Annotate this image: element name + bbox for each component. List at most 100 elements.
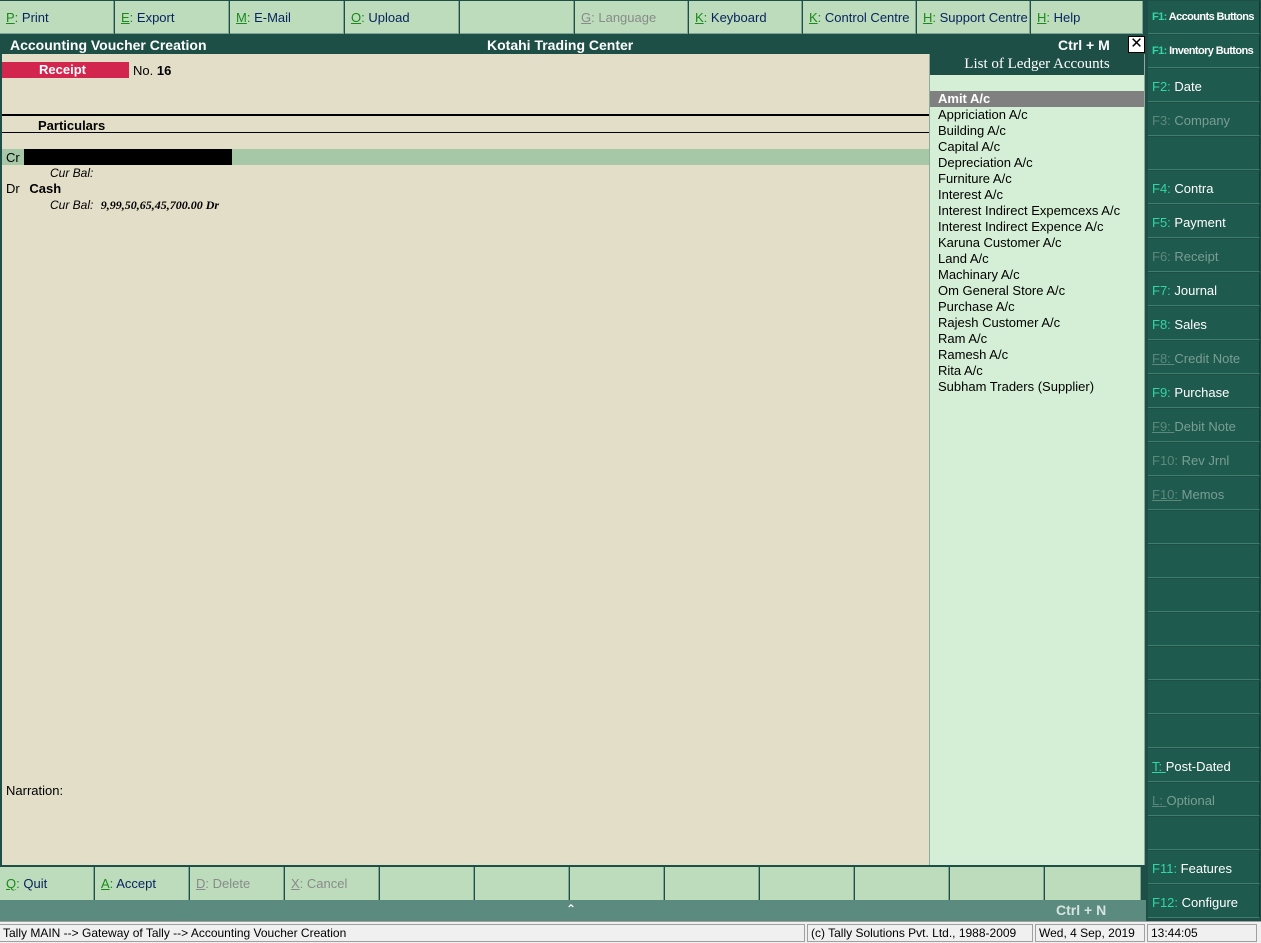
button-label: Sales [1174, 317, 1207, 332]
fn-blank-button[interactable] [1148, 715, 1260, 748]
button-label: Print [21, 10, 49, 25]
fn-blank-button[interactable] [1148, 613, 1260, 646]
toolbar-export-button[interactable]: E: Export [115, 1, 229, 34]
ledger-item[interactable]: Rajesh Customer A/c [930, 315, 1144, 331]
fn-blank-button[interactable] [1148, 545, 1260, 578]
function-key: F8 [1152, 317, 1168, 332]
debit-cur-bal-value: 9,99,50,65,45,700.00 Dr [100, 198, 220, 212]
status-time: 13:44:05 [1147, 924, 1257, 942]
ledger-item[interactable]: Om General Store A/c [930, 283, 1144, 299]
function-key: F9 [1152, 419, 1168, 434]
button-label: Keyboard [710, 10, 767, 25]
bottom-blank-button[interactable] [380, 867, 474, 900]
close-icon[interactable]: ✕ [1128, 36, 1145, 53]
voucher-number-label: No. [133, 63, 154, 78]
fn-blank-button[interactable] [1148, 511, 1260, 544]
fn-credit-note-button[interactable]: F8: Credit Note [1148, 341, 1260, 374]
ledger-item[interactable]: Depreciation A/c [930, 155, 1144, 171]
fn-blank-button[interactable] [1148, 647, 1260, 680]
fn-post-dated-button[interactable]: T: Post-Dated [1148, 749, 1260, 782]
bottom-quit-button[interactable]: Q: Quit [0, 867, 94, 900]
chevron-up-icon[interactable]: ⌃ [566, 902, 576, 916]
button-label: Export [136, 10, 175, 25]
bottom-cancel-button[interactable]: X: Cancel [285, 867, 379, 900]
ledger-item[interactable]: Subham Traders (Supplier) [930, 379, 1144, 395]
fn-blank-button[interactable] [1148, 817, 1260, 850]
toolbar-help-button[interactable]: H: Help [1031, 1, 1143, 34]
fn-accounts-buttons-button[interactable]: F1: Accounts Buttons [1148, 1, 1260, 34]
toolbar-upload-button[interactable]: O: Upload [345, 1, 459, 34]
toolbar-blank-button[interactable] [460, 1, 574, 34]
fn-inventory-buttons-button[interactable]: F1: Inventory Buttons [1148, 35, 1260, 68]
bottom-blank-button[interactable] [665, 867, 759, 900]
minimize-shortcut[interactable]: Ctrl + M [1058, 37, 1110, 53]
ledger-item[interactable]: Land A/c [930, 251, 1144, 267]
shortcut-key: K [809, 10, 818, 25]
status-copyright: (c) Tally Solutions Pvt. Ltd., 1988-2009 [807, 924, 1033, 942]
toolbar-e-mail-button[interactable]: M: E-Mail [230, 1, 344, 34]
ledger-item[interactable]: Ramesh A/c [930, 347, 1144, 363]
ledger-item[interactable]: Appriciation A/c [930, 107, 1144, 123]
fn-date-button[interactable]: F2: Date [1148, 69, 1260, 102]
button-bar-shortcut[interactable]: Ctrl + N [1056, 902, 1106, 918]
button-label: Features [1180, 861, 1232, 876]
fn-optional-button[interactable]: L: Optional [1148, 783, 1260, 816]
shortcut-key: D [196, 876, 206, 891]
function-key: F1 [1152, 45, 1164, 57]
toolbar-control-centre-button[interactable]: K: Control Centre [803, 1, 916, 34]
ledger-item[interactable]: Ram A/c [930, 331, 1144, 347]
fn-rev-jrnl-button[interactable]: F10: Rev Jrnl [1148, 443, 1260, 476]
ledger-item[interactable]: Interest Indirect Expemcexs A/c [930, 203, 1144, 219]
fn-payment-button[interactable]: F5: Payment [1148, 205, 1260, 238]
bottom-blank-button[interactable] [950, 867, 1044, 900]
bottom-blank-button[interactable] [1045, 867, 1141, 900]
fn-company-button[interactable]: F3: Company [1148, 103, 1260, 136]
button-label: Accept [116, 876, 156, 891]
fn-blank-button[interactable] [1148, 579, 1260, 612]
ledger-item[interactable]: Interest A/c [930, 187, 1144, 203]
button-label: Cancel [306, 876, 348, 891]
button-label: Accounts Buttons [1168, 11, 1255, 23]
fn-debit-note-button[interactable]: F9: Debit Note [1148, 409, 1260, 442]
ledger-item[interactable]: Purchase A/c [930, 299, 1144, 315]
ledger-item[interactable]: Machinary A/c [930, 267, 1144, 283]
fn-contra-button[interactable]: F4: Contra [1148, 171, 1260, 204]
voucher-type-badge: Receipt [2, 62, 129, 78]
status-bar: Tally MAIN --> Gateway of Tally --> Acco… [0, 921, 1261, 943]
bottom-accept-button[interactable]: A: Accept [95, 867, 189, 900]
toolbar-support-centre-button[interactable]: H: Support Centre [917, 1, 1030, 34]
button-label: Payment [1174, 215, 1226, 230]
toolbar-language-button[interactable]: G: Language [575, 1, 688, 34]
ledger-item[interactable]: Amit A/c [930, 91, 1144, 107]
fn-memos-button[interactable]: F10: Memos [1148, 477, 1260, 510]
ledger-item[interactable]: Furniture A/c [930, 171, 1144, 187]
toolbar-print-button[interactable]: P: Print [0, 1, 114, 34]
credit-cur-bal-label: Cur Bal: [50, 166, 94, 180]
ledger-item[interactable]: Building A/c [930, 123, 1144, 139]
shortcut-key: A [101, 876, 110, 891]
fn-configure-button[interactable]: F12: Configure [1148, 885, 1260, 918]
ledger-item[interactable]: Rita A/c [930, 363, 1144, 379]
bottom-blank-button[interactable] [475, 867, 569, 900]
fn-features-button[interactable]: F11: Features [1148, 851, 1260, 884]
ledger-list-panel: List of Ledger Accounts Amit A/c Appricia… [929, 54, 1145, 865]
fn-receipt-button[interactable]: F6: Receipt [1148, 239, 1260, 272]
toolbar-keyboard-button[interactable]: K: Keyboard [689, 1, 802, 34]
fn-purchase-button[interactable]: F9: Purchase [1148, 375, 1260, 408]
bottom-delete-button[interactable]: D: Delete [190, 867, 284, 900]
bottom-blank-button[interactable] [855, 867, 949, 900]
bottom-blank-button[interactable] [570, 867, 664, 900]
fn-blank-button[interactable] [1148, 681, 1260, 714]
debit-account[interactable]: Cash [29, 181, 61, 196]
button-label: Debit Note [1174, 419, 1236, 434]
ledger-item[interactable]: Karuna Customer A/c [930, 235, 1144, 251]
bottom-blank-button[interactable] [760, 867, 854, 900]
fn-journal-button[interactable]: F7: Journal [1148, 273, 1260, 306]
button-label: Language [598, 10, 657, 25]
credit-account-input[interactable] [24, 149, 232, 165]
fn-sales-button[interactable]: F8: Sales [1148, 307, 1260, 340]
ledger-item[interactable]: Interest Indirect Expence A/c [930, 219, 1144, 235]
ledger-item[interactable]: Capital A/c [930, 139, 1144, 155]
fn-blank-button[interactable] [1148, 137, 1260, 170]
function-key: F6 [1152, 249, 1168, 264]
